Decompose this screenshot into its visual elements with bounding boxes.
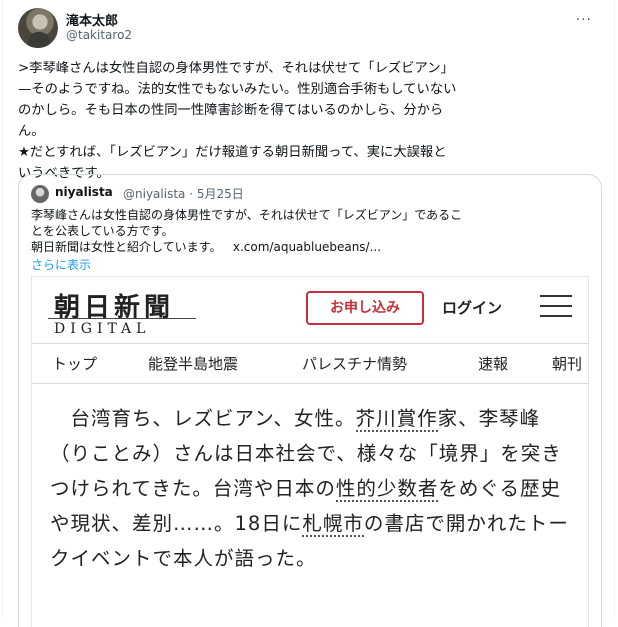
tweet-text: >李琴峰さんは女性自認の身体男性ですが、それは伏せて「レズビアン」 —そのようで… [18,61,457,181]
author-name[interactable]: 滝本太郎 [66,10,118,29]
nav-item-palestine: パレスチナ情勢 [302,355,408,373]
nav-item-morning: 朝刊 [552,355,583,373]
quoted-author-handle: @niyalista [123,187,186,201]
nav-item-top: トップ [52,355,98,373]
nav-item-noto: 能登半島地震 [148,355,239,373]
lead-text: 台湾育ち、レズビアン、女性。 [50,407,356,430]
article-lead: 台湾育ち、レズビアン、女性。芥川賞作家、李琴峰（りことみ）さんは日本社会で、様々… [50,401,580,576]
nav-item-breaking: 速報 [478,355,509,373]
show-more-link[interactable]: さらに表示 [31,256,91,273]
article-screenshot-image[interactable]: 朝日新聞 DIGITAL お申し込み ログイン トップ 能登半島地震 パレスチナ… [31,276,589,627]
hamburger-menu-icon [540,295,572,317]
asahi-logo-digital: DIGITAL [54,321,151,337]
article-nav: トップ 能登半島地震 パレスチナ情勢 速報 朝刊 [32,343,588,383]
avatar[interactable] [18,8,58,48]
quoted-avatar [31,185,49,203]
author-handle[interactable]: @takitaro2 [66,28,132,42]
subscribe-button: お申し込み [306,291,424,325]
nav-divider-bottom [32,383,588,384]
more-options-icon[interactable]: ··· [576,12,592,28]
quoted-text: 李琴峰さんは女性自認の身体男性ですが、それは伏せて「レズビアン」であるこ とを公… [31,208,463,254]
lead-link-minority: 性的少数者 [335,477,439,502]
quoted-author-name: niyalista [55,185,113,199]
quoted-date: · 5月25日 [189,187,244,201]
tweet-header: 滝本太郎 @takitaro2 ··· [18,8,600,48]
login-link: ログイン [442,299,503,317]
lead-text: 家 [437,407,459,430]
tweet[interactable]: 滝本太郎 @takitaro2 ··· >李琴峰さんは女性自認の身体男性ですが、… [18,8,602,627]
lead-link-akutagawa: 芥川賞作 [355,407,438,432]
lead-link-sapporo: 札幌市 [302,512,364,537]
quoted-meta: @niyalista · 5月25日 [123,185,244,202]
logo-rule [48,318,196,319]
timeline-border-right [614,0,615,618]
quoted-tweet[interactable]: niyalista @niyalista · 5月25日 李琴峰さんは女性自認の… [18,174,602,627]
timeline-border-left [2,0,3,618]
